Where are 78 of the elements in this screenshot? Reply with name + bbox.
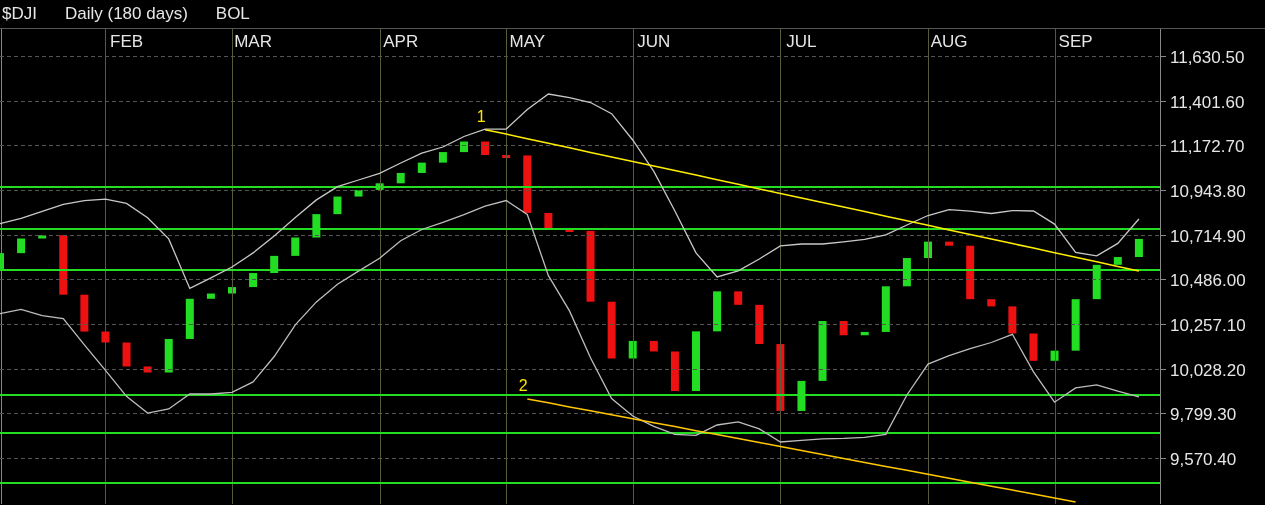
symbol-label: $DJI	[2, 4, 37, 24]
candlestick	[945, 241, 954, 246]
candlestick	[586, 230, 595, 302]
candlestick	[692, 331, 700, 392]
candlestick	[818, 321, 827, 381]
candlestick	[607, 301, 616, 359]
candlestick	[0, 253, 4, 269]
candlestick	[1050, 350, 1059, 361]
candlestick	[417, 162, 426, 173]
month-label: SEP	[1058, 32, 1093, 51]
month-label: JUN	[637, 32, 671, 51]
candlestick	[38, 235, 47, 239]
price-label: 10,257.10	[1170, 315, 1246, 335]
candlestick	[670, 351, 679, 392]
candlestick	[312, 214, 321, 238]
candlestick	[544, 212, 553, 229]
candlestick	[17, 238, 26, 254]
candlestick	[164, 338, 173, 373]
candlestick	[354, 189, 363, 197]
candlestick	[1113, 257, 1122, 265]
month-label: APR	[383, 32, 419, 51]
candlestick	[797, 380, 806, 411]
candlestick	[755, 304, 764, 345]
month-label: MAR	[234, 32, 272, 51]
candlestick	[291, 237, 300, 256]
candlestick	[565, 228, 574, 232]
candlestick	[1092, 264, 1101, 300]
candlestick	[902, 258, 911, 287]
candlestick	[228, 287, 236, 294]
candlestick	[523, 155, 532, 213]
point-label: 1	[476, 107, 486, 125]
month-label: JUL	[786, 32, 817, 51]
month-label: FEB	[110, 32, 144, 51]
candlestick	[1029, 333, 1038, 361]
price-label: 11,401.60	[1170, 92, 1245, 112]
month-label: AUG	[930, 32, 968, 51]
month-label: MAY	[509, 32, 546, 51]
candlestick	[143, 366, 152, 373]
candlestick	[987, 299, 996, 307]
candlestick	[270, 255, 279, 274]
candlestick	[881, 286, 890, 332]
candlestick	[206, 293, 215, 299]
study-label: BOL	[215, 4, 250, 24]
candlestick	[460, 141, 468, 153]
candlestick	[333, 196, 342, 215]
price-label: 9,570.40	[1170, 449, 1237, 469]
point-label: 2	[518, 376, 528, 394]
candlestick	[713, 291, 722, 332]
candlestick	[860, 331, 869, 336]
candlestick	[101, 331, 110, 343]
candlestick	[924, 241, 932, 258]
price-label: 10,943.80	[1170, 181, 1246, 201]
price-label: 10,714.90	[1170, 226, 1246, 246]
price-label: 11,630.50	[1170, 47, 1245, 67]
candlestick	[59, 235, 68, 295]
candlestick	[1134, 238, 1143, 258]
price-label: 10,028.20	[1170, 360, 1246, 380]
candlestick	[375, 183, 384, 190]
price-label: 11,172.70	[1170, 136, 1245, 156]
candlestick	[776, 344, 785, 411]
price-label: 10,486.00	[1170, 270, 1246, 290]
candlestick	[249, 273, 258, 288]
candlestick	[481, 141, 490, 155]
candlestick	[628, 340, 637, 359]
candlestick	[1008, 306, 1017, 334]
candlestick	[80, 294, 89, 332]
candlestick	[122, 342, 131, 367]
candlestick	[966, 245, 975, 300]
candlestick	[649, 340, 658, 352]
candlestick	[438, 152, 447, 163]
candlestick	[1071, 299, 1080, 351]
candlestick	[185, 298, 194, 339]
price-label: 9,799.30	[1170, 404, 1237, 424]
period-label: Daily (180 days)	[64, 4, 188, 24]
candlestick	[396, 172, 405, 184]
candlestick	[734, 291, 743, 305]
candlestick	[502, 155, 511, 158]
candlestick	[839, 321, 848, 336]
